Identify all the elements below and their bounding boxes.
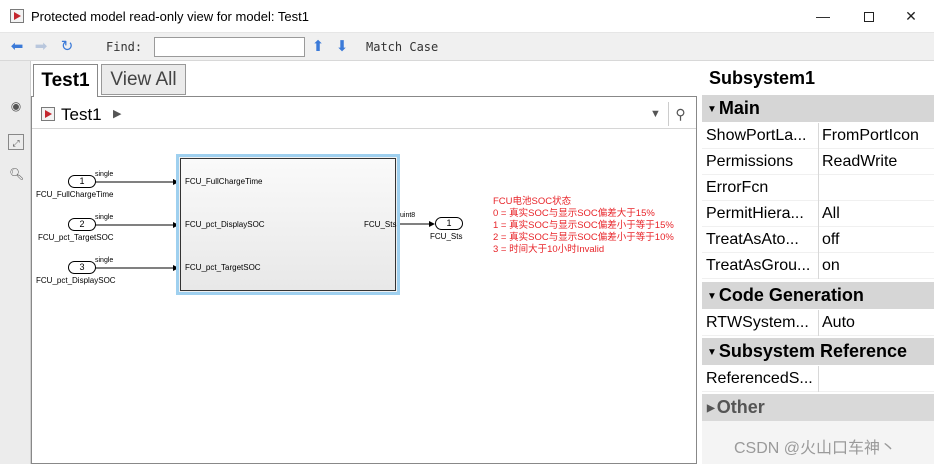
- find-next-icon[interactable]: ⬇: [333, 38, 351, 56]
- signal-type-label: uint8: [400, 212, 416, 219]
- back-arrow-icon[interactable]: ⬅: [8, 38, 26, 56]
- property-name: TreatAsGrou...: [706, 257, 811, 274]
- subsystem-input-port-label: FCU_FullChargeTime: [185, 177, 263, 186]
- inport-name: FCU_pct_DisplaySOC: [36, 276, 116, 285]
- match-case-toggle[interactable]: Match Case: [366, 40, 438, 54]
- breadcrumb: Test1 ▶ ▼ ⚲: [32, 97, 696, 129]
- window-title: Protected model read-only view for model…: [31, 9, 309, 24]
- refresh-icon[interactable]: ↻: [58, 38, 76, 56]
- inport-block[interactable]: 1: [68, 175, 96, 188]
- section-code-generation[interactable]: ▼ Code Generation: [702, 282, 934, 309]
- chevron-down-icon: ▼: [707, 290, 717, 302]
- simulink-model-icon: [10, 9, 24, 23]
- section-label: Subsystem Reference: [718, 341, 907, 361]
- chevron-right-icon[interactable]: ▶: [113, 107, 121, 120]
- inport-name: FCU_pct_TargetSOC: [38, 233, 114, 242]
- section-label: Main: [718, 98, 760, 118]
- maximize-icon: [864, 12, 874, 23]
- property-value[interactable]: All: [818, 201, 934, 227]
- subsystem-output-port-label: FCU_Sts: [364, 220, 397, 229]
- find-input[interactable]: [154, 37, 305, 57]
- model-canvas-panel: Test1 ▶ ▼ ⚲ 1 single FCU_FullChargeTime …: [31, 96, 697, 464]
- outport-block[interactable]: 1: [435, 217, 463, 230]
- property-row[interactable]: TreatAsAto... off: [702, 227, 934, 253]
- title-bar: Protected model read-only view for model…: [0, 0, 934, 33]
- watermark: CSDN @火山口车神丶: [734, 440, 897, 457]
- property-name: RTWSystem...: [706, 314, 809, 331]
- simulink-model-icon: [41, 107, 55, 121]
- left-tool-strip: ◉ ⤢ 🔍︎: [0, 61, 31, 464]
- property-name: PermitHiera...: [706, 205, 804, 222]
- property-value[interactable]: off: [818, 227, 934, 253]
- zoom-icon[interactable]: 🔍︎: [8, 165, 24, 181]
- section-label: Other: [716, 397, 765, 417]
- hide-panel-icon[interactable]: ◉: [8, 97, 24, 113]
- block-diagram: 1 single FCU_FullChargeTime 2 single FCU…: [32, 130, 696, 463]
- property-value[interactable]: [818, 175, 934, 201]
- property-row[interactable]: RTWSystem... Auto: [702, 310, 934, 336]
- section-label: Code Generation: [718, 285, 864, 305]
- chevron-down-icon[interactable]: ▼: [650, 108, 661, 120]
- search-icon[interactable]: ⚲: [668, 102, 692, 126]
- chevron-down-icon: ▼: [707, 103, 717, 115]
- property-value[interactable]: ReadWrite: [818, 149, 934, 175]
- subsystem-input-port-label: FCU_pct_DisplaySOC: [185, 220, 265, 229]
- property-value[interactable]: on: [818, 253, 934, 279]
- outport-name: FCU_Sts: [430, 232, 463, 241]
- property-row[interactable]: ShowPortLa... FromPortIcon: [702, 123, 934, 149]
- chevron-down-icon: ▼: [707, 346, 717, 358]
- property-name: TreatAsAto...: [706, 231, 799, 248]
- fit-to-view-icon[interactable]: ⤢: [8, 134, 24, 150]
- signal-type-label: single: [95, 257, 114, 264]
- chevron-right-icon: ▶: [707, 402, 715, 414]
- signal-type-label: single: [95, 171, 114, 178]
- property-name: ErrorFcn: [706, 179, 769, 196]
- property-name: ReferencedS...: [706, 370, 813, 387]
- inport-block[interactable]: 3: [68, 261, 96, 274]
- property-row[interactable]: Permissions ReadWrite: [702, 149, 934, 175]
- property-value[interactable]: FromPortIcon: [818, 123, 934, 149]
- close-button[interactable]: ✕: [888, 0, 934, 32]
- section-subsystem-reference[interactable]: ▼ Subsystem Reference: [702, 338, 934, 365]
- property-row[interactable]: ReferencedS...: [702, 366, 934, 392]
- property-name: ShowPortLa...: [706, 127, 807, 144]
- signal-type-label: single: [95, 214, 114, 221]
- property-row[interactable]: ErrorFcn: [702, 175, 934, 201]
- property-title: Subsystem1: [709, 68, 816, 88]
- tab-test1[interactable]: Test1: [33, 64, 98, 97]
- subsystem-body: FCU_FullChargeTime FCU_pct_DisplaySOC FC…: [180, 158, 396, 291]
- find-previous-icon[interactable]: ⬆: [309, 38, 327, 56]
- breadcrumb-item[interactable]: Test1: [61, 105, 102, 125]
- property-name: Permissions: [706, 153, 794, 170]
- minimize-button[interactable]: —: [800, 0, 846, 32]
- subsystem-input-port-label: FCU_pct_TargetSOC: [185, 263, 261, 272]
- section-other[interactable]: ▶ Other: [702, 394, 934, 421]
- section-main[interactable]: ▼ Main: [702, 95, 934, 122]
- toolbar: ⬅ ➡ ↻ Find: ⬆ ⬇ Match Case: [0, 33, 934, 61]
- find-label: Find:: [106, 40, 143, 54]
- tab-view-all[interactable]: View All: [101, 64, 186, 95]
- subsystem-block[interactable]: FCU_FullChargeTime FCU_pct_DisplaySOC FC…: [176, 154, 400, 295]
- inport-name: FCU_FullChargeTime: [36, 190, 114, 199]
- property-value[interactable]: [818, 366, 934, 392]
- property-row[interactable]: PermitHiera... All: [702, 201, 934, 227]
- annotation-line: 3 = 时间大于10小时Invalid: [493, 244, 605, 255]
- inport-block[interactable]: 2: [68, 218, 96, 231]
- maximize-button[interactable]: [846, 0, 892, 32]
- property-row[interactable]: TreatAsGrou... on: [702, 253, 934, 279]
- property-value[interactable]: Auto: [818, 310, 934, 336]
- forward-arrow-icon[interactable]: ➡: [32, 38, 50, 56]
- property-inspector: Subsystem1 ▼ Main ShowPortLa... FromPortIc…: [702, 64, 934, 464]
